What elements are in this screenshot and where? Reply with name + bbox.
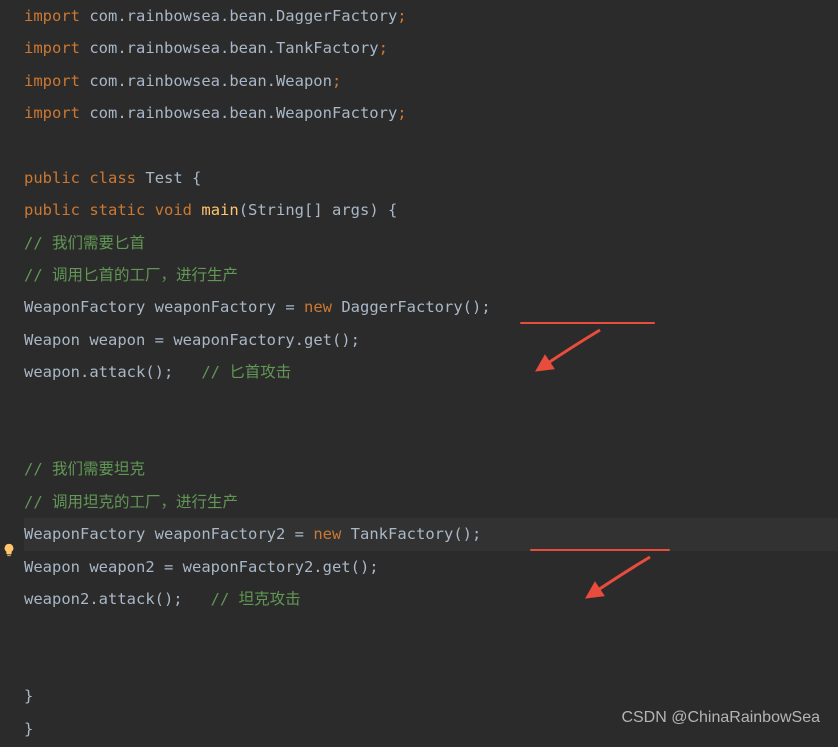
bulb-icon[interactable] [2, 543, 16, 557]
code-line: // 我们需要匕首 [24, 227, 838, 259]
code-line: // 调用坦克的工厂，进行生产 [24, 486, 838, 518]
underline-annotation [520, 322, 655, 324]
code-area[interactable]: import com.rainbowsea.bean.DaggerFactory… [20, 0, 838, 747]
code-line: // 我们需要坦克 [24, 453, 838, 485]
code-line [24, 389, 838, 421]
code-line: weapon.attack(); // 匕首攻击 [24, 356, 838, 388]
code-line: import com.rainbowsea.bean.DaggerFactory… [24, 0, 838, 32]
code-line-highlighted: WeaponFactory weaponFactory2 = new TankF… [24, 518, 838, 550]
gutter [0, 0, 20, 747]
code-line: import com.rainbowsea.bean.TankFactory; [24, 32, 838, 64]
code-line [24, 615, 838, 647]
code-line: weapon2.attack(); // 坦克攻击 [24, 583, 838, 615]
code-line: public class Test { [24, 162, 838, 194]
code-line [24, 648, 838, 680]
code-line [24, 421, 838, 453]
code-line: Weapon weapon2 = weaponFactory2.get(); [24, 551, 838, 583]
watermark: CSDN @ChinaRainbowSea [621, 701, 820, 735]
code-line [24, 130, 838, 162]
editor-container: import com.rainbowsea.bean.DaggerFactory… [0, 0, 838, 747]
code-line: WeaponFactory weaponFactory = new Dagger… [24, 292, 838, 324]
code-line: // 调用匕首的工厂，进行生产 [24, 259, 838, 291]
code-line: Weapon weapon = weaponFactory.get(); [24, 324, 838, 356]
code-line: import com.rainbowsea.bean.WeaponFactory… [24, 97, 838, 129]
underline-annotation [530, 549, 670, 551]
code-line: import com.rainbowsea.bean.Weapon; [24, 65, 838, 97]
code-line: public static void main(String[] args) { [24, 194, 838, 226]
